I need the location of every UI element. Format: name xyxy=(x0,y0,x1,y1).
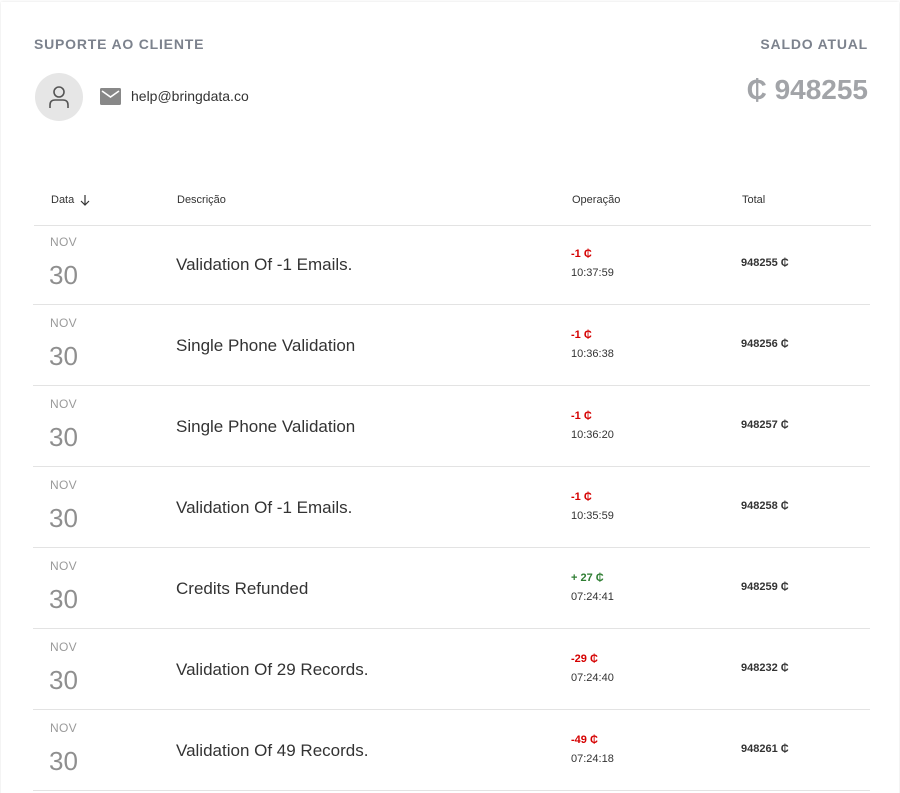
support-title: SUPORTE AO CLIENTE xyxy=(34,36,205,52)
row-description: Credits Refunded xyxy=(176,579,309,598)
transaction-list: NOV 30 Validation Of -1 Emails. -1 ₵ 10:… xyxy=(33,224,870,791)
row-time: 10:37:59 xyxy=(571,267,614,279)
table-row: NOV 30 Single Phone Validation -1 ₵ 10:3… xyxy=(33,386,870,467)
row-amount: -1 ₵ xyxy=(571,329,592,341)
row-day: 30 xyxy=(49,665,78,695)
user-icon xyxy=(49,86,69,108)
row-amount: -1 ₵ xyxy=(571,491,592,503)
column-header-date[interactable]: Data xyxy=(51,194,90,206)
row-total: 948258 ₵ xyxy=(741,500,789,512)
row-total: 948261 ₵ xyxy=(741,743,789,755)
row-day: 30 xyxy=(49,341,78,371)
column-header-date-label: Data xyxy=(51,194,75,206)
column-header-operation[interactable]: Operação xyxy=(572,194,620,206)
row-month: NOV xyxy=(50,316,77,330)
row-amount: -1 ₵ xyxy=(571,248,592,260)
row-day: 30 xyxy=(49,422,78,452)
row-description: Validation Of -1 Emails. xyxy=(176,498,353,517)
row-day: 30 xyxy=(49,584,78,614)
row-total: 948259 ₵ xyxy=(741,581,789,593)
balance-value: ₵ 948255 xyxy=(746,74,868,105)
row-time: 10:35:59 xyxy=(571,510,614,522)
row-day: 30 xyxy=(49,746,78,776)
row-month: NOV xyxy=(50,478,77,492)
support-email[interactable]: help@bringdata.co xyxy=(131,88,249,104)
arrow-down-icon xyxy=(80,194,90,206)
row-total: 948257 ₵ xyxy=(741,419,789,431)
row-time: 07:24:18 xyxy=(571,753,614,765)
row-total: 948232 ₵ xyxy=(741,662,789,674)
balance-title: SALDO ATUAL xyxy=(760,36,868,52)
table-row: NOV 30 Single Phone Validation -1 ₵ 10:3… xyxy=(33,305,870,386)
row-total: 948255 ₵ xyxy=(741,257,789,269)
table-row: NOV 30 Validation Of -1 Emails. -1 ₵ 10:… xyxy=(33,467,870,548)
row-amount: -1 ₵ xyxy=(571,410,592,422)
row-description: Validation Of -1 Emails. xyxy=(176,255,353,274)
mail-icon xyxy=(100,88,121,105)
avatar xyxy=(35,73,83,121)
row-day: 30 xyxy=(49,260,78,290)
row-month: NOV xyxy=(50,640,77,654)
table-row: NOV 30 Validation Of 49 Records. -49 ₵ 0… xyxy=(33,710,870,791)
row-time: 07:24:41 xyxy=(571,591,614,603)
table-row: NOV 30 Validation Of 29 Records. -29 ₵ 0… xyxy=(33,629,870,710)
table-row: NOV 30 Credits Refunded + 27 ₵ 07:24:41 … xyxy=(33,548,870,629)
column-header-total[interactable]: Total xyxy=(742,194,765,206)
table-header: Data Descrição Operação Total xyxy=(34,192,871,226)
row-description: Single Phone Validation xyxy=(176,417,356,436)
row-month: NOV xyxy=(50,721,77,735)
row-description: Validation Of 29 Records. xyxy=(176,660,369,679)
row-month: NOV xyxy=(50,559,77,573)
row-time: 10:36:20 xyxy=(571,429,614,441)
row-total: 948256 ₵ xyxy=(741,338,789,350)
column-header-description[interactable]: Descrição xyxy=(177,194,226,206)
row-amount: + 27 ₵ xyxy=(571,572,604,584)
row-description: Validation Of 49 Records. xyxy=(176,741,369,760)
row-day: 30 xyxy=(49,503,78,533)
row-time: 10:36:38 xyxy=(571,348,614,360)
row-description: Single Phone Validation xyxy=(176,336,356,355)
table-row: NOV 30 Validation Of -1 Emails. -1 ₵ 10:… xyxy=(33,224,870,305)
row-month: NOV xyxy=(50,397,77,411)
row-amount: -49 ₵ xyxy=(571,734,598,746)
row-month: NOV xyxy=(50,235,77,249)
row-amount: -29 ₵ xyxy=(571,653,598,665)
row-time: 07:24:40 xyxy=(571,672,614,684)
